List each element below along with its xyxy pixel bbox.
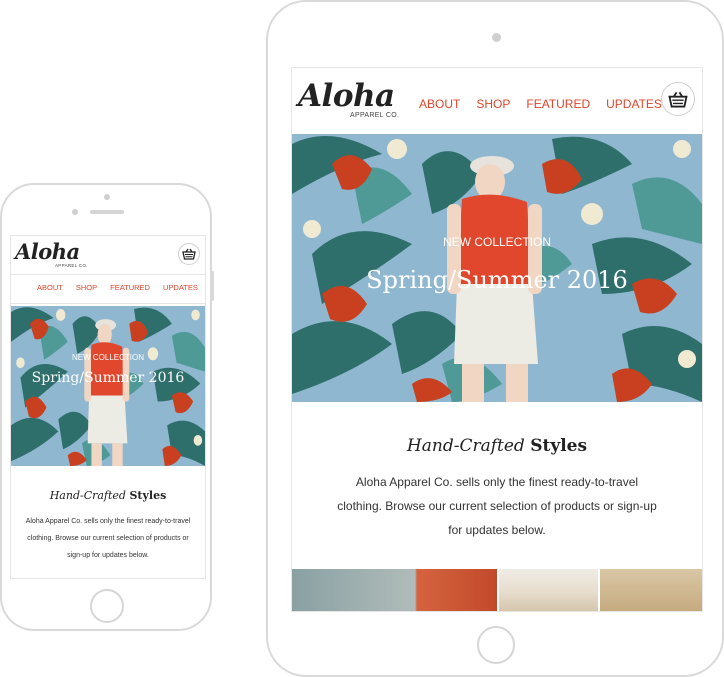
- intro-text: Aloha Apparel Co. sells only the finest …: [25, 518, 191, 559]
- logo-tagline: APPAREL CO.: [55, 263, 88, 268]
- tablet-camera: [492, 33, 501, 42]
- hero-title: Spring/Summer 2016: [31, 370, 185, 386]
- nav-shop[interactable]: SHOP: [76, 283, 97, 292]
- logo[interactable]: Aloha: [15, 239, 80, 264]
- main-nav: ABOUT SHOP FEATURED UPDATES: [419, 97, 662, 111]
- nav-about[interactable]: ABOUT: [37, 283, 63, 292]
- logo[interactable]: Aloha: [298, 78, 395, 114]
- hero-eyebrow: NEW COLLECTION: [442, 235, 551, 249]
- logo-tagline: APPAREL CO.: [350, 112, 400, 119]
- site-header: Aloha APPAREL CO. ABOUT SHOP FEATURED UP…: [292, 68, 702, 134]
- intro-title-bold: Styles: [129, 489, 167, 502]
- shopping-basket-icon: [182, 248, 196, 260]
- nav-shop[interactable]: SHOP: [476, 97, 510, 111]
- intro-title-bold: Styles: [530, 436, 588, 456]
- product-thumb-1[interactable]: [292, 569, 497, 611]
- tablet-device: Aloha APPAREL CO. ABOUT SHOP FEATURED UP…: [266, 0, 724, 677]
- phone-camera: [104, 194, 110, 200]
- nav-updates[interactable]: UPDATES: [606, 97, 662, 111]
- product-thumb-2[interactable]: [499, 569, 598, 611]
- nav-updates[interactable]: UPDATES: [163, 283, 198, 292]
- cart-button[interactable]: [178, 243, 200, 265]
- hero-title: Spring/Summer 2016: [366, 266, 628, 294]
- phone-home-button[interactable]: [90, 589, 124, 623]
- phone-device: Aloha APPAREL CO. ABOUT SHOP FEATURED UP…: [0, 183, 214, 631]
- tablet-screen: Aloha APPAREL CO. ABOUT SHOP FEATURED UP…: [291, 67, 703, 612]
- phone-side-button: [211, 271, 214, 301]
- hero-image: [11, 306, 205, 466]
- main-nav: ABOUT SHOP FEATURED UPDATES: [37, 283, 198, 292]
- intro-title-italic: Hand-Crafted: [406, 436, 525, 456]
- nav-about[interactable]: ABOUT: [419, 97, 460, 111]
- shopping-basket-icon: [668, 91, 688, 108]
- intro-title: Hand-Crafted Styles: [292, 436, 702, 456]
- intro-title-italic: Hand-Crafted: [49, 489, 126, 502]
- intro-text: Aloha Apparel Co. sells only the finest …: [337, 475, 657, 537]
- phone-screen: Aloha APPAREL CO. ABOUT SHOP FEATURED UP…: [10, 235, 206, 579]
- hero-banner[interactable]: NEW COLLECTION Spring/Summer 2016: [292, 134, 702, 402]
- tablet-home-button[interactable]: [477, 626, 515, 664]
- nav-featured[interactable]: FEATURED: [110, 283, 150, 292]
- product-thumbnails: [292, 569, 702, 611]
- site-header: Aloha APPAREL CO.: [11, 236, 205, 275]
- cart-button[interactable]: [661, 82, 695, 116]
- product-thumb-3[interactable]: [600, 569, 702, 611]
- nav-featured[interactable]: FEATURED: [526, 97, 590, 111]
- hero-eyebrow: NEW COLLECTION: [71, 353, 144, 362]
- phone-front-camera: [72, 209, 78, 215]
- intro-title: Hand-Crafted Styles: [11, 489, 205, 502]
- hero-banner[interactable]: NEW COLLECTION Spring/Summer 2016: [11, 306, 205, 466]
- phone-speaker: [90, 210, 124, 214]
